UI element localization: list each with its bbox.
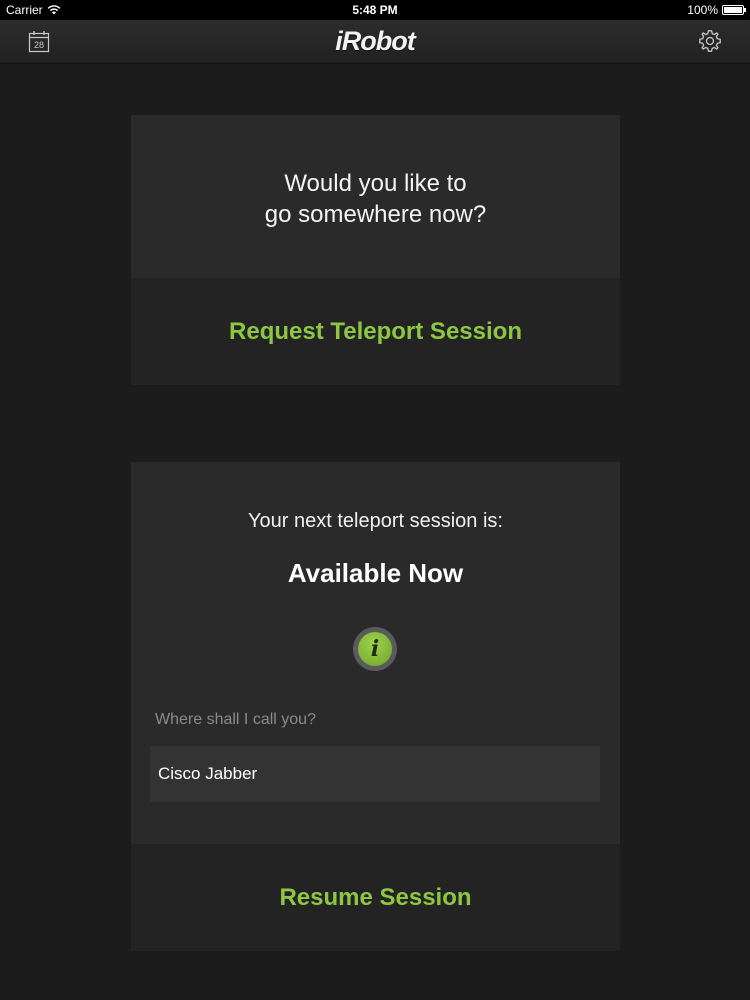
irobot-logo: iRobot: [335, 26, 415, 56]
next-session-card: Your next teleport session is: Available…: [131, 462, 620, 951]
settings-button[interactable]: [698, 29, 722, 53]
resume-session-button[interactable]: Resume Session: [131, 844, 620, 951]
next-session-label: Your next teleport session is:: [248, 510, 503, 532]
navigation-bar: 28 iRobot: [0, 20, 750, 64]
status-bar: Carrier 5:48 PM 100%: [0, 0, 750, 20]
battery-percent: 100%: [687, 3, 718, 17]
session-availability: Available Now: [287, 558, 464, 588]
info-button[interactable]: i: [353, 627, 397, 671]
info-icon: i: [358, 632, 392, 666]
prompt-line-2: go somewhere now?: [264, 201, 487, 228]
call-location-input[interactable]: [150, 746, 600, 802]
prompt-line-1: Would you like to: [284, 170, 467, 197]
request-teleport-session-button[interactable]: Request Teleport Session: [131, 278, 620, 385]
call-location-label: Where shall I call you?: [155, 711, 316, 728]
clock: 5:48 PM: [352, 3, 398, 17]
battery-status: 100%: [687, 3, 746, 17]
battery-icon: [722, 5, 746, 15]
go-somewhere-prompt: Would you like to go somewhere now?: [131, 168, 620, 230]
gear-icon: [699, 30, 721, 52]
request-session-card: Would you like to go somewhere now? Requ…: [131, 115, 620, 385]
